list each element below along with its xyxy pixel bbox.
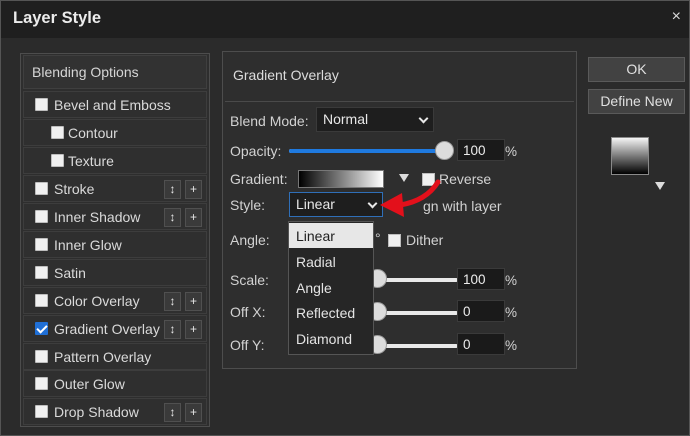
offset-x-input[interactable]: 0	[457, 300, 505, 322]
opacity-label: Opacity:	[230, 143, 282, 159]
opacity-input[interactable]: 100	[457, 139, 505, 161]
style-item-checkbox[interactable]	[35, 266, 48, 279]
style-item-label: Gradient Overlay	[54, 321, 160, 337]
offset-x-label: Off X:	[230, 304, 266, 320]
style-item-gradient-overlay[interactable]: Gradient Overlay ↕ +	[23, 315, 207, 342]
style-item-contour[interactable]: Contour	[23, 119, 207, 146]
style-item-checkbox[interactable]	[51, 154, 64, 167]
style-option-reflected[interactable]: Reflected	[289, 300, 373, 325]
annotation-arrow-icon	[380, 179, 441, 217]
gradient-label: Gradient:	[230, 171, 288, 187]
scale-label: Scale:	[230, 272, 269, 288]
style-item-label: Drop Shadow	[54, 404, 139, 420]
style-item-label: Stroke	[54, 181, 95, 197]
style-item-inner-glow[interactable]: Inner Glow	[23, 231, 207, 258]
offset-x-percent: %	[505, 305, 518, 320]
reorder-icon[interactable]: ↕	[164, 180, 181, 199]
add-effect-icon[interactable]: +	[185, 208, 202, 227]
reorder-icon[interactable]: ↕	[164, 403, 181, 422]
style-item-checkbox[interactable]	[35, 98, 48, 111]
section-title: Gradient Overlay	[233, 67, 339, 83]
style-item-checkbox[interactable]	[35, 322, 48, 335]
style-label: Style:	[230, 197, 266, 213]
style-option-radial[interactable]: Radial	[289, 249, 373, 274]
style-item-label: Contour	[68, 125, 118, 141]
ok-button[interactable]: OK	[588, 57, 685, 82]
opacity-percent: %	[505, 144, 518, 159]
style-item-checkbox[interactable]	[35, 405, 48, 418]
dither-label: Dither	[406, 232, 444, 248]
style-item-checkbox[interactable]	[35, 350, 48, 363]
blend-mode-label: Blend Mode:	[230, 113, 309, 129]
style-item-label: Bevel and Emboss	[54, 97, 171, 113]
style-item-label: Satin	[54, 265, 86, 281]
scale-input[interactable]: 100	[457, 268, 505, 290]
add-effect-icon[interactable]: +	[185, 320, 202, 339]
offset-y-input[interactable]: 0	[457, 333, 505, 355]
style-item-texture[interactable]: Texture	[23, 147, 207, 174]
section-divider	[225, 101, 574, 102]
style-item-checkbox[interactable]	[35, 182, 48, 195]
styles-list-panel: Blending Options Bevel and Emboss Contour…	[20, 53, 210, 427]
style-item-satin[interactable]: Satin	[23, 259, 207, 286]
opacity-slider-knob[interactable]	[435, 141, 454, 160]
style-item-pattern-overlay[interactable]: Pattern Overlay	[23, 343, 207, 370]
gradient-swatch[interactable]	[298, 170, 384, 188]
scale-percent: %	[505, 273, 518, 288]
angle-degree-symbol: °	[375, 230, 381, 246]
style-item-drop-shadow[interactable]: Drop Shadow ↕ +	[23, 398, 207, 425]
style-dropdown-list: Linear Radial Angle Reflected Diamond	[288, 221, 374, 355]
close-icon[interactable]: ×	[672, 8, 681, 26]
blending-options-item[interactable]: Blending Options	[23, 55, 207, 89]
style-item-checkbox[interactable]	[35, 377, 48, 390]
style-item-label: Outer Glow	[54, 376, 125, 392]
style-item-bevel-and-emboss[interactable]: Bevel and Emboss	[23, 91, 207, 118]
style-item-checkbox[interactable]	[35, 238, 48, 251]
style-item-checkbox[interactable]	[51, 126, 64, 139]
reorder-icon[interactable]: ↕	[164, 320, 181, 339]
style-item-stroke[interactable]: Stroke ↕ +	[23, 175, 207, 202]
style-value: Linear	[296, 196, 335, 212]
dialog-title: Layer Style	[13, 9, 102, 27]
layer-style-dialog: Layer Style × Blending Options Bevel and…	[0, 0, 690, 436]
style-item-outer-glow[interactable]: Outer Glow	[23, 370, 207, 397]
preview-menu-arrow-icon[interactable]	[655, 182, 665, 190]
offset-y-percent: %	[505, 338, 518, 353]
style-item-label: Texture	[68, 153, 114, 169]
opacity-slider-fill	[289, 149, 444, 153]
blend-mode-select[interactable]: Normal	[316, 107, 434, 132]
style-option-linear[interactable]: Linear	[289, 223, 373, 248]
angle-label: Angle:	[230, 232, 270, 248]
add-effect-icon[interactable]: +	[185, 180, 202, 199]
style-select[interactable]: Linear	[289, 192, 383, 217]
reorder-icon[interactable]: ↕	[164, 208, 181, 227]
blend-mode-value: Normal	[323, 111, 369, 127]
style-item-checkbox[interactable]	[35, 294, 48, 307]
style-item-checkbox[interactable]	[35, 210, 48, 223]
title-bar[interactable]: Layer Style ×	[1, 1, 689, 38]
style-option-diamond[interactable]: Diamond	[289, 326, 373, 351]
add-effect-icon[interactable]: +	[185, 403, 202, 422]
style-item-inner-shadow[interactable]: Inner Shadow ↕ +	[23, 203, 207, 230]
define-new-button[interactable]: Define New	[588, 89, 685, 114]
offset-y-label: Off Y:	[230, 337, 265, 353]
style-item-label: Inner Shadow	[54, 209, 141, 225]
style-option-angle[interactable]: Angle	[289, 275, 373, 300]
style-item-label: Color Overlay	[54, 293, 140, 309]
dither-checkbox[interactable]	[388, 234, 401, 247]
style-preview-swatch	[611, 137, 649, 175]
style-item-label: Inner Glow	[54, 237, 122, 253]
chevron-down-icon	[418, 113, 429, 124]
style-item-label: Pattern Overlay	[54, 349, 152, 365]
add-effect-icon[interactable]: +	[185, 292, 202, 311]
style-item-color-overlay[interactable]: Color Overlay ↕ +	[23, 287, 207, 314]
reorder-icon[interactable]: ↕	[164, 292, 181, 311]
